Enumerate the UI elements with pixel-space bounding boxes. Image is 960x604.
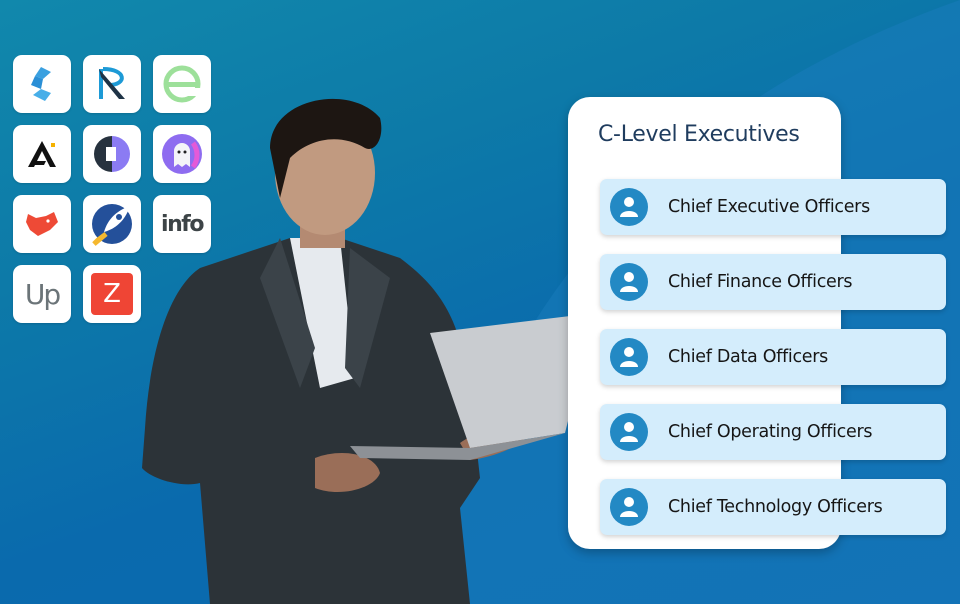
z-logo-icon: Z xyxy=(91,273,133,315)
a-arrow-logo-icon xyxy=(28,141,56,167)
businessman-with-laptop-image xyxy=(142,98,595,604)
z-logo-text: Z xyxy=(103,279,121,309)
user-icon xyxy=(610,338,648,376)
card-title: C-Level Executives xyxy=(598,122,800,147)
blue-blocks-logo-icon xyxy=(31,67,51,101)
role-label: Chief Finance Officers xyxy=(668,272,853,292)
role-item-cdo[interactable]: Chief Data Officers xyxy=(600,329,946,385)
fox-logo-icon xyxy=(26,212,58,236)
rocket-logo-icon xyxy=(92,204,132,246)
user-icon xyxy=(610,263,648,301)
up-logo-text: Up xyxy=(24,277,61,311)
role-item-coo[interactable]: Chief Operating Officers xyxy=(600,404,946,460)
role-label: Chief Technology Officers xyxy=(668,497,883,517)
r-logo-icon xyxy=(99,67,125,99)
logo-tile-a xyxy=(13,125,71,183)
logo-tile-up: Up xyxy=(13,265,71,323)
logo-tile-rocket xyxy=(83,195,141,253)
logo-tile-r xyxy=(83,55,141,113)
logo-tile-z: Z xyxy=(83,265,141,323)
user-icon xyxy=(610,413,648,451)
logo-tile-blue-blocks xyxy=(13,55,71,113)
logo-tile-fox xyxy=(13,195,71,253)
role-item-ceo[interactable]: Chief Executive Officers xyxy=(600,179,946,235)
user-icon xyxy=(610,488,648,526)
user-icon xyxy=(610,188,648,226)
role-item-cfo[interactable]: Chief Finance Officers xyxy=(600,254,946,310)
role-label: Chief Operating Officers xyxy=(668,422,873,442)
c-half-logo-icon xyxy=(94,136,130,172)
logo-tile-c-half xyxy=(83,125,141,183)
role-label: Chief Data Officers xyxy=(668,347,828,367)
role-label: Chief Executive Officers xyxy=(668,197,870,217)
role-item-cto[interactable]: Chief Technology Officers xyxy=(600,479,946,535)
